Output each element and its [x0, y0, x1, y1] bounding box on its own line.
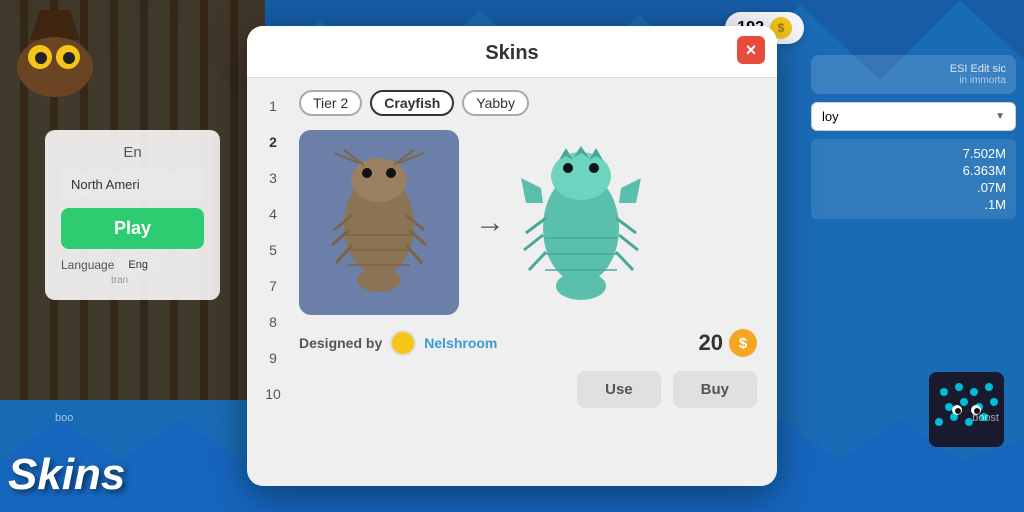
designer-name-text: Nelshroom — [424, 335, 497, 351]
number-item-3[interactable]: 3 — [247, 160, 299, 196]
number-item-4[interactable]: 4 — [247, 196, 299, 232]
tag-crayfish[interactable]: Crayfish — [370, 90, 454, 116]
action-buttons: Use Buy — [299, 371, 757, 408]
modal-close-button[interactable]: × — [737, 36, 765, 64]
price-coin-icon: $ — [729, 329, 757, 357]
number-item-2[interactable]: 2 — [247, 124, 299, 160]
designer-avatar — [390, 330, 416, 356]
modal-body: 1 2 3 4 5 7 8 9 10 Tier 2 Crayfish Yabby — [247, 78, 777, 428]
tags-row: Tier 2 Crayfish Yabby — [299, 90, 757, 116]
number-sidebar: 1 2 3 4 5 7 8 9 10 — [247, 78, 299, 428]
modal-overlay: Skins × 1 2 3 4 5 7 8 9 10 — [0, 0, 1024, 512]
number-item-1[interactable]: 1 — [247, 88, 299, 124]
number-item-10[interactable]: 10 — [247, 376, 299, 412]
tag-tier2[interactable]: Tier 2 — [299, 90, 362, 116]
use-button[interactable]: Use — [577, 371, 661, 408]
designed-by-label: Designed by — [299, 335, 382, 351]
tag-yabby[interactable]: Yabby — [462, 90, 529, 116]
number-item-9[interactable]: 9 — [247, 340, 299, 376]
skin-card-right[interactable] — [521, 138, 686, 308]
price-area: 20 $ — [699, 329, 757, 357]
arrow-between-cards: → — [475, 206, 505, 240]
skins-modal: Skins × 1 2 3 4 5 7 8 9 10 — [247, 26, 777, 486]
number-item-8[interactable]: 8 — [247, 304, 299, 340]
number-item-7[interactable]: 7 — [247, 268, 299, 304]
modal-main-content: Tier 2 Crayfish Yabby — [299, 78, 777, 428]
price-value: 20 — [699, 330, 723, 356]
modal-header: Skins × — [247, 26, 777, 78]
designer-row: Designed by Nelshroom 20 $ — [299, 329, 757, 357]
number-item-5[interactable]: 5 — [247, 232, 299, 268]
close-icon: × — [746, 40, 757, 61]
buy-button[interactable]: Buy — [673, 371, 757, 408]
skin-card-left[interactable] — [299, 130, 459, 315]
skin-cards-area: → — [299, 130, 757, 315]
crayfish-teal-svg — [521, 138, 641, 303]
crayfish-brown-svg — [324, 145, 434, 300]
designer-info: Designed by Nelshroom — [299, 330, 497, 356]
modal-title: Skins — [485, 42, 538, 64]
